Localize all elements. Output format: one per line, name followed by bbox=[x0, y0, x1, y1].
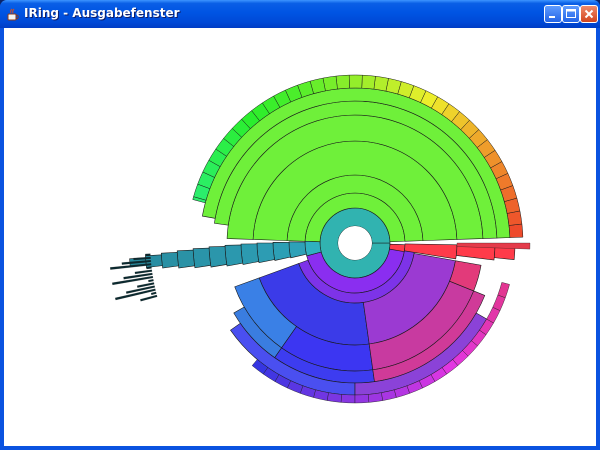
app-window: IRing - Ausgabefenster bbox=[0, 0, 600, 450]
ring-segment[interactable] bbox=[348, 74, 363, 89]
ring-segment[interactable] bbox=[224, 244, 244, 267]
output-canvas[interactable] bbox=[4, 28, 596, 446]
ring-segment[interactable] bbox=[148, 279, 154, 283]
ring-segment[interactable] bbox=[150, 291, 157, 295]
title-bar[interactable]: IRing - Ausgabefenster bbox=[0, 0, 600, 28]
maximize-icon bbox=[566, 9, 576, 18]
ring-segment[interactable] bbox=[373, 75, 389, 92]
ring-segment[interactable] bbox=[145, 253, 151, 256]
ring-segment[interactable] bbox=[335, 74, 350, 90]
ring-segment[interactable] bbox=[497, 282, 510, 298]
ring-segment[interactable] bbox=[176, 249, 195, 269]
ring-segment[interactable] bbox=[256, 242, 276, 264]
minimize-icon bbox=[549, 16, 555, 18]
ring-segment[interactable] bbox=[368, 392, 384, 403]
ring-segment[interactable] bbox=[354, 394, 370, 404]
window-frame-bottom bbox=[0, 446, 600, 450]
ring-segment[interactable] bbox=[160, 252, 179, 269]
close-icon bbox=[584, 9, 594, 19]
ring-segment[interactable] bbox=[272, 241, 291, 261]
ring-center-hole bbox=[338, 226, 372, 260]
minimize-button[interactable] bbox=[544, 5, 562, 23]
ring-segment[interactable] bbox=[240, 243, 260, 265]
java-cup-icon bbox=[6, 7, 20, 21]
ring-segment[interactable] bbox=[192, 247, 212, 269]
ring-segment[interactable] bbox=[288, 241, 307, 259]
window-title: IRing - Ausgabefenster bbox=[24, 6, 180, 20]
ring-visualization[interactable] bbox=[4, 28, 596, 446]
ring-segment[interactable] bbox=[326, 392, 342, 403]
maximize-button[interactable] bbox=[562, 5, 580, 23]
close-button[interactable] bbox=[580, 5, 598, 23]
ring-segment[interactable] bbox=[340, 394, 356, 404]
ring-segment[interactable] bbox=[140, 294, 158, 302]
ring-segment[interactable] bbox=[208, 246, 228, 268]
ring-segment[interactable] bbox=[492, 294, 506, 311]
ring-segment[interactable] bbox=[361, 74, 376, 90]
ring-segment[interactable] bbox=[508, 223, 524, 238]
